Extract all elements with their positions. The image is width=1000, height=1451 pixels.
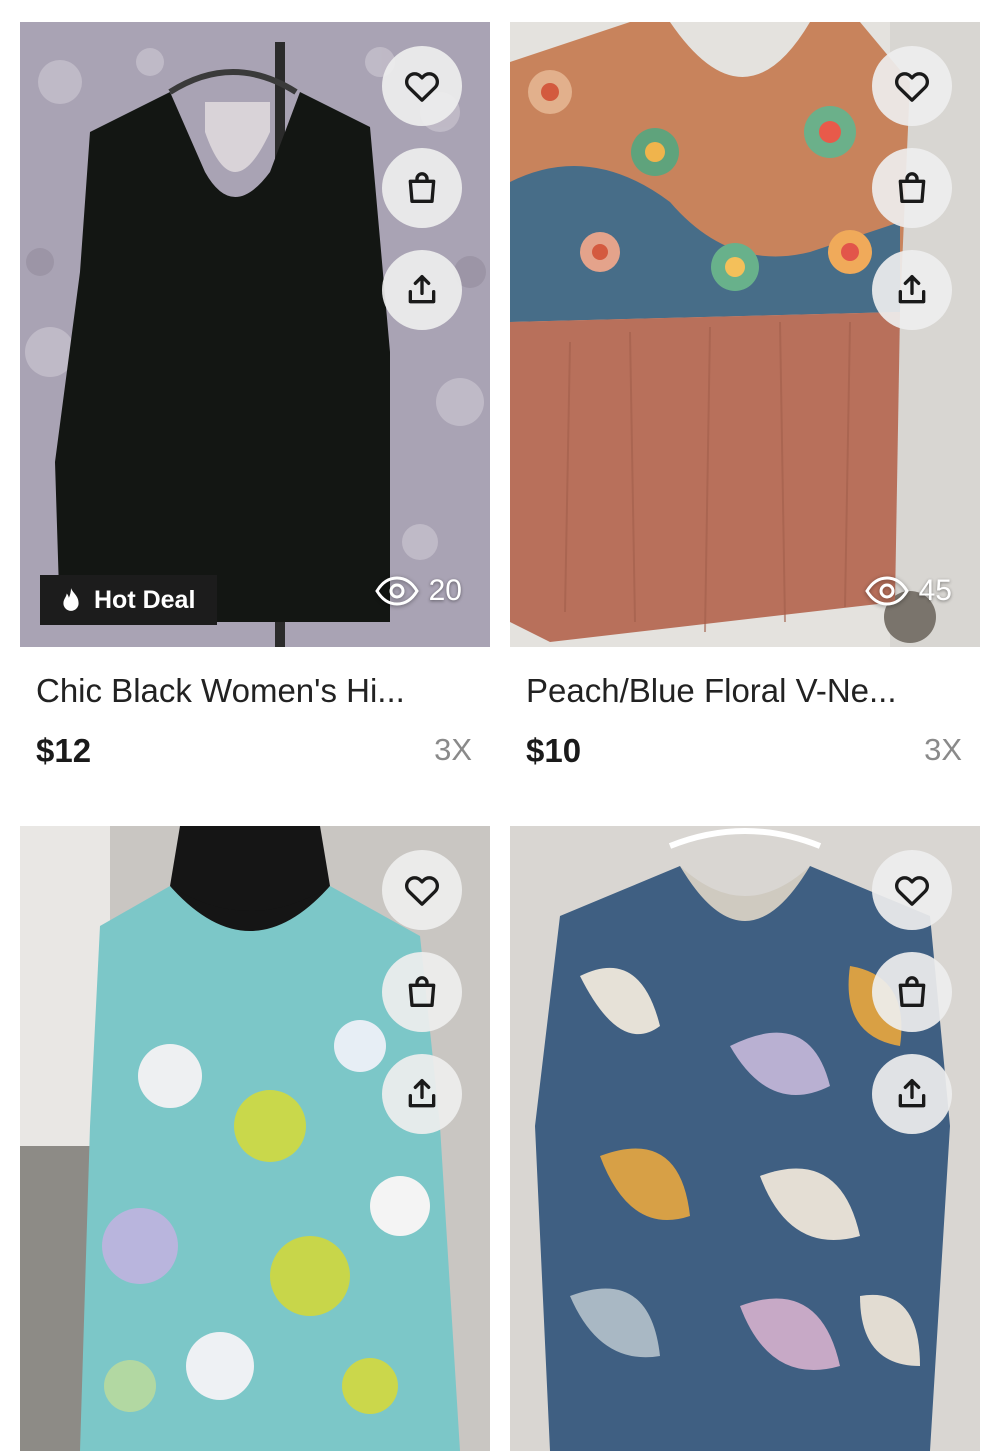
share-button[interactable] xyxy=(872,1054,952,1134)
add-to-bag-button[interactable] xyxy=(382,952,462,1032)
share-icon xyxy=(408,1079,436,1108)
listing-title[interactable]: Peach/Blue Floral V-Ne... xyxy=(526,672,966,710)
add-to-bag-button[interactable] xyxy=(382,148,462,228)
listing-size: 3X xyxy=(924,732,962,767)
heart-icon xyxy=(895,72,929,102)
listing-card[interactable] xyxy=(20,826,490,1451)
badge-label: Hot Deal xyxy=(94,585,196,614)
shopping-bag-icon xyxy=(408,976,436,1007)
like-button[interactable] xyxy=(872,46,952,126)
view-count-value: 20 xyxy=(428,574,462,607)
shopping-bag-icon xyxy=(898,976,926,1007)
share-icon xyxy=(898,275,926,304)
share-icon xyxy=(408,275,436,304)
listing-photo[interactable] xyxy=(510,826,980,1451)
hot-deal-badge: Hot Deal xyxy=(40,575,218,625)
eye-icon xyxy=(864,576,909,606)
listing-card[interactable] xyxy=(510,826,980,1451)
listing-price: $10 xyxy=(526,732,582,769)
listing-price: $12 xyxy=(36,732,92,769)
share-icon xyxy=(898,1079,926,1108)
like-button[interactable] xyxy=(382,46,462,126)
add-to-bag-button[interactable] xyxy=(872,952,952,1032)
add-to-bag-button[interactable] xyxy=(872,148,952,228)
eye-icon xyxy=(374,576,419,606)
share-button[interactable] xyxy=(382,1054,462,1134)
flame-icon xyxy=(63,588,79,611)
view-count-value: 45 xyxy=(918,574,952,607)
heart-icon xyxy=(405,876,439,906)
shopping-bag-icon xyxy=(898,172,926,203)
listing-size: 3X xyxy=(434,732,472,767)
listing-card[interactable]: Hot Deal 20 Chic Black Women's Hi... $12… xyxy=(20,22,490,782)
view-count: 45 xyxy=(864,573,952,609)
share-button[interactable] xyxy=(872,250,952,330)
listing-photo[interactable]: 45 xyxy=(510,22,980,647)
listing-photo[interactable] xyxy=(20,826,490,1451)
listing-title[interactable]: Chic Black Women's Hi... xyxy=(36,672,476,710)
view-count: 20 xyxy=(374,573,462,609)
listing-photo[interactable]: Hot Deal 20 xyxy=(20,22,490,647)
share-button[interactable] xyxy=(382,250,462,330)
heart-icon xyxy=(405,72,439,102)
shopping-bag-icon xyxy=(408,172,436,203)
heart-icon xyxy=(895,876,929,906)
like-button[interactable] xyxy=(872,850,952,930)
listing-card[interactable]: 45 Peach/Blue Floral V-Ne... $10 3X xyxy=(510,22,980,782)
like-button[interactable] xyxy=(382,850,462,930)
